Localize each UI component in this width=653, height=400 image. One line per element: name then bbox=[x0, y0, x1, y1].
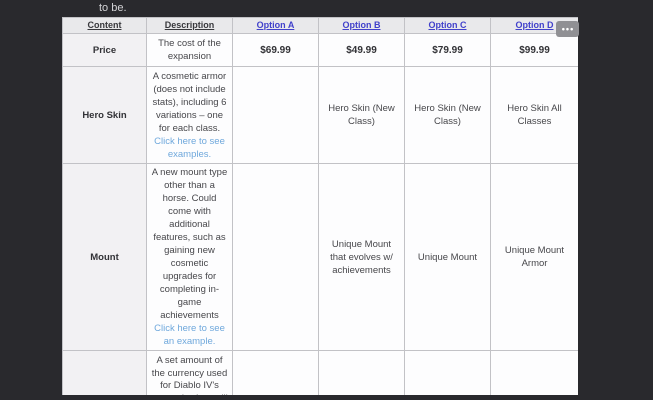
table-row-platinum: Platinum (instant) A set amount of the c… bbox=[63, 351, 579, 396]
row-header-cell: Platinum (instant) bbox=[63, 351, 147, 396]
more-options-button[interactable]: ••• bbox=[556, 21, 579, 37]
ellipsis-icon: ••• bbox=[561, 25, 574, 34]
description-cell: A new mount type other than a horse. Cou… bbox=[147, 164, 233, 351]
description-text: A new mount type other than a horse. Cou… bbox=[152, 167, 228, 321]
table-header-row: Content Description Option A Option B Op… bbox=[63, 18, 579, 34]
see-examples-link[interactable]: Click here to see examples. bbox=[154, 136, 225, 160]
option-c-cell: Hero Skin (New Class) bbox=[405, 67, 491, 164]
column-header-content: Content bbox=[63, 18, 147, 34]
row-header-cell: Price bbox=[63, 34, 147, 67]
column-header-option-c-link[interactable]: Option C bbox=[405, 18, 491, 34]
option-c-cell: $79.99 bbox=[405, 34, 491, 67]
column-header-option-a-link[interactable]: Option A bbox=[233, 18, 319, 34]
document-page: Content Description Option A Option B Op… bbox=[62, 17, 578, 395]
option-b-cell: 1000 ($10 Value) bbox=[319, 351, 405, 396]
see-example-link[interactable]: Click here to see an example. bbox=[154, 323, 225, 347]
table-row-mount: Mount A new mount type other than a hors… bbox=[63, 164, 579, 351]
description-cell: The cost of the expansion bbox=[147, 34, 233, 67]
description-text: A cosmetic armor (does not include stats… bbox=[153, 71, 227, 134]
option-b-cell: $49.99 bbox=[319, 34, 405, 67]
option-d-cell: Hero Skin All Classes bbox=[491, 67, 579, 164]
option-c-cell: 3000 ($30 Value) bbox=[405, 351, 491, 396]
options-comparison-table: Content Description Option A Option B Op… bbox=[62, 17, 578, 395]
description-cell: A set amount of the currency used for Di… bbox=[147, 351, 233, 396]
option-b-cell: Hero Skin (New Class) bbox=[319, 67, 405, 164]
option-a-cell: 2000 ($20 Value) bbox=[233, 351, 319, 396]
option-a-cell bbox=[233, 67, 319, 164]
paragraph-fragment: to be. bbox=[99, 1, 127, 15]
table-row-hero-skin: Hero Skin A cosmetic armor (does not inc… bbox=[63, 67, 579, 164]
option-a-cell bbox=[233, 164, 319, 351]
option-b-cell: Unique Mount that evolves w/ achievement… bbox=[319, 164, 405, 351]
option-a-cell: $69.99 bbox=[233, 34, 319, 67]
table-row-price: Price The cost of the expansion $69.99 $… bbox=[63, 34, 579, 67]
column-header-description: Description bbox=[147, 18, 233, 34]
option-d-cell: Unique Mount Armor bbox=[491, 164, 579, 351]
row-header-cell: Mount bbox=[63, 164, 147, 351]
row-header-cell: Hero Skin bbox=[63, 67, 147, 164]
column-header-option-b-link[interactable]: Option B bbox=[319, 18, 405, 34]
description-cell: A cosmetic armor (does not include stats… bbox=[147, 67, 233, 164]
option-d-cell bbox=[491, 351, 579, 396]
option-d-cell: $99.99 bbox=[491, 34, 579, 67]
option-c-cell: Unique Mount bbox=[405, 164, 491, 351]
